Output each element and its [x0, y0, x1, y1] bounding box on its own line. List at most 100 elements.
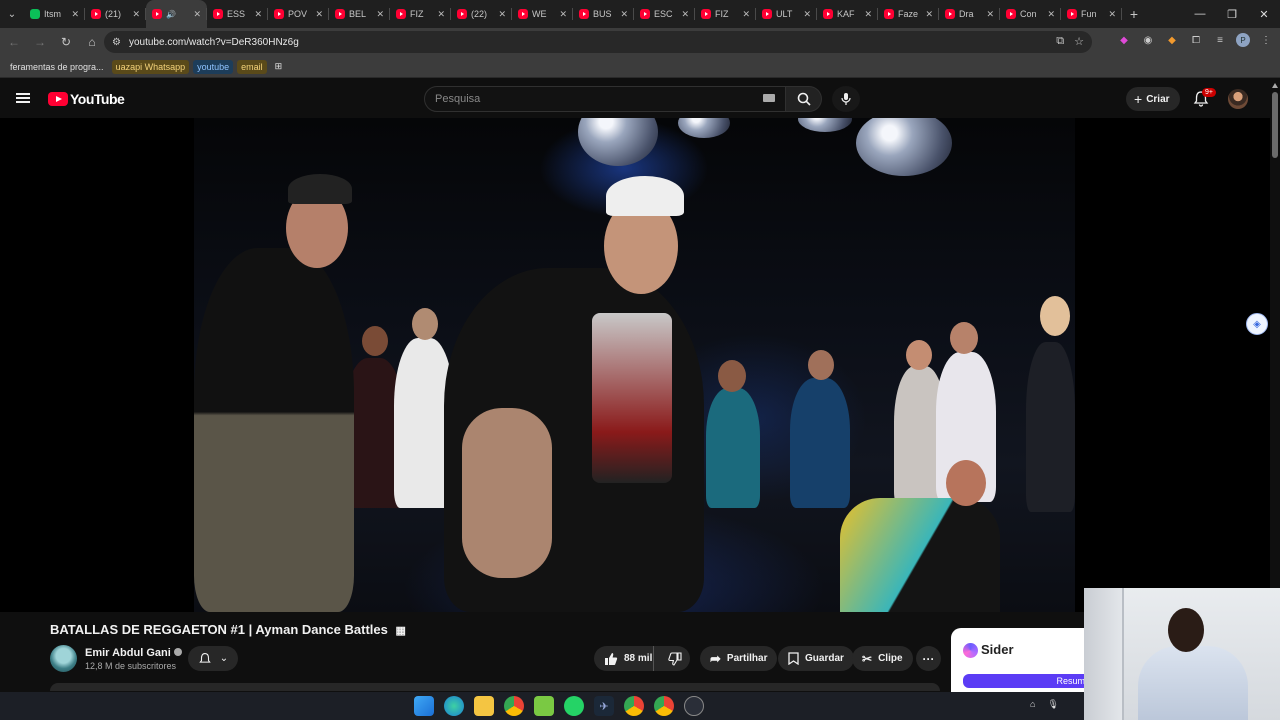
browser-tab[interactable]: WE ✕	[512, 0, 573, 28]
bookmark-star-icon[interactable]: ☆	[1074, 35, 1084, 48]
browser-tab[interactable]: BEL ✕	[329, 0, 390, 28]
close-tab-icon[interactable]: ✕	[254, 9, 262, 20]
more-actions-button[interactable]: ···	[916, 646, 941, 671]
menu-kebab-icon[interactable]: ⋮	[1258, 32, 1274, 48]
extension-icon[interactable]: ◆	[1116, 32, 1132, 48]
browser-tab[interactable]: Con ✕	[1000, 0, 1061, 28]
share-button[interactable]: ➦ Partilhar	[700, 646, 778, 671]
youtube-logo[interactable]: YouTube	[48, 91, 125, 107]
home-button[interactable]: ⌂	[80, 30, 104, 54]
forward-button[interactable]: →	[28, 30, 52, 54]
close-tab-icon[interactable]: ✕	[71, 9, 79, 20]
close-tab-icon[interactable]: ✕	[620, 9, 628, 20]
like-button[interactable]: 88 mil	[594, 646, 655, 671]
chrome-profile-icon[interactable]	[624, 696, 644, 716]
save-button[interactable]: Guardar	[778, 646, 854, 671]
minimize-icon[interactable]: —	[1184, 0, 1216, 28]
scroll-thumb[interactable]	[1272, 92, 1278, 158]
audio-playing-icon[interactable]: 🔊	[166, 10, 176, 19]
extension-icon[interactable]: ◆	[1164, 32, 1180, 48]
close-tab-icon[interactable]: ✕	[193, 9, 201, 20]
close-tab-icon[interactable]: ✕	[315, 9, 323, 20]
browser-tab[interactable]: FIZ ✕	[390, 0, 451, 28]
reload-button[interactable]: ↻	[54, 30, 78, 54]
close-window-icon[interactable]: ✕	[1248, 0, 1280, 28]
chrome-icon[interactable]	[504, 696, 524, 716]
close-tab-icon[interactable]: ✕	[132, 9, 140, 20]
channel-name[interactable]: Emir Abdul Gani	[85, 647, 182, 659]
close-tab-icon[interactable]: ✕	[437, 9, 445, 20]
reading-list-icon[interactable]: ≡	[1212, 32, 1228, 48]
close-tab-icon[interactable]: ✕	[681, 9, 689, 20]
extension-icon[interactable]: ◉	[1140, 32, 1156, 48]
bookmark-item[interactable]: email	[237, 59, 267, 74]
description-box[interactable]	[50, 683, 940, 691]
puzzle-icon[interactable]: ⧠	[1188, 32, 1204, 48]
browser-tab[interactable]: (21) ✕	[85, 0, 146, 28]
windows-start-icon[interactable]	[414, 696, 434, 716]
chrome-profile-icon[interactable]	[654, 696, 674, 716]
close-tab-icon[interactable]: ✕	[376, 9, 384, 20]
file-explorer-icon[interactable]	[474, 696, 494, 716]
sider-widget[interactable]: Sider Resum	[951, 628, 1091, 692]
account-avatar[interactable]	[1228, 89, 1248, 109]
tab-search-icon[interactable]: ⌄	[0, 0, 24, 28]
sider-summarize-button[interactable]: Resum	[963, 674, 1091, 688]
close-tab-icon[interactable]: ✕	[742, 9, 750, 20]
new-tab-button[interactable]: +	[1122, 6, 1146, 22]
close-tab-icon[interactable]: ✕	[803, 9, 811, 20]
apps-grid-icon[interactable]: ⊞	[271, 59, 287, 74]
browser-tab[interactable]: ESS ✕	[207, 0, 268, 28]
tray-icon[interactable]: ⌂	[1030, 699, 1035, 710]
whatsapp-icon[interactable]	[564, 696, 584, 716]
browser-tab[interactable]: Dra ✕	[939, 0, 1000, 28]
browser-tab[interactable]: Itsm ✕	[24, 0, 85, 28]
youtube-favicon-icon	[152, 9, 162, 19]
microphone-tray-icon[interactable]: 🎙	[1047, 699, 1058, 710]
clip-button[interactable]: ✂ Clipe	[852, 646, 913, 671]
browser-tab[interactable]: KAF ✕	[817, 0, 878, 28]
scroll-up-icon[interactable]	[1272, 83, 1278, 88]
profile-icon[interactable]: P	[1236, 33, 1250, 47]
close-tab-icon[interactable]: ✕	[559, 9, 567, 20]
browser-tab[interactable]: Fun ✕	[1061, 0, 1122, 28]
maximize-icon[interactable]: ❐	[1216, 0, 1248, 28]
edge-icon[interactable]	[444, 696, 464, 716]
channel-avatar[interactable]	[50, 645, 77, 672]
browser-tab[interactable]: BUS ✕	[573, 0, 634, 28]
close-tab-icon[interactable]: ✕	[864, 9, 872, 20]
search-button[interactable]	[786, 86, 822, 112]
sider-side-icon[interactable]: ◈	[1246, 313, 1268, 335]
site-info-icon[interactable]: ⚙	[112, 37, 121, 48]
browser-tab[interactable]: POV ✕	[268, 0, 329, 28]
back-button[interactable]: ←	[2, 30, 26, 54]
address-bar[interactable]: ⚙ youtube.com/watch?v=DeR360HNz6g ⧉ ☆	[104, 31, 1092, 53]
browser-tab[interactable]: Faze ✕	[878, 0, 939, 28]
menu-icon[interactable]	[16, 91, 30, 105]
bookmark-item[interactable]: uazapi Whatsapp	[111, 59, 190, 74]
bookmark-item[interactable]: youtube	[193, 59, 234, 74]
browser-tab[interactable]: ULT ✕	[756, 0, 817, 28]
close-tab-icon[interactable]: ✕	[986, 9, 994, 20]
close-tab-icon[interactable]: ✕	[925, 9, 933, 20]
voice-search-button[interactable]	[832, 86, 860, 112]
subscription-bell-button[interactable]: ⌄	[188, 646, 238, 671]
video-player[interactable]	[0, 118, 1270, 612]
page-scrollbar[interactable]	[1270, 80, 1280, 588]
search-input[interactable]: Pesquisa	[424, 86, 786, 112]
browser-tab[interactable]: FIZ ✕	[695, 0, 756, 28]
create-button[interactable]: + Criar	[1126, 87, 1180, 111]
app-icon[interactable]	[684, 696, 704, 716]
browser-tab[interactable]: (22) ✕	[451, 0, 512, 28]
notes-app-icon[interactable]	[534, 696, 554, 716]
browser-tab[interactable]: 🔊 ✕	[146, 0, 207, 28]
install-icon[interactable]: ⧉	[1056, 35, 1064, 48]
bookmark-item[interactable]: feramentas de progra...	[6, 60, 108, 74]
close-tab-icon[interactable]: ✕	[1047, 9, 1055, 20]
dislike-button[interactable]	[660, 651, 690, 666]
close-tab-icon[interactable]: ✕	[498, 9, 506, 20]
browser-tab[interactable]: ESC ✕	[634, 0, 695, 28]
close-tab-icon[interactable]: ✕	[1108, 9, 1116, 20]
steam-icon[interactable]: ✈	[594, 696, 614, 716]
keyboard-icon[interactable]	[763, 94, 775, 102]
